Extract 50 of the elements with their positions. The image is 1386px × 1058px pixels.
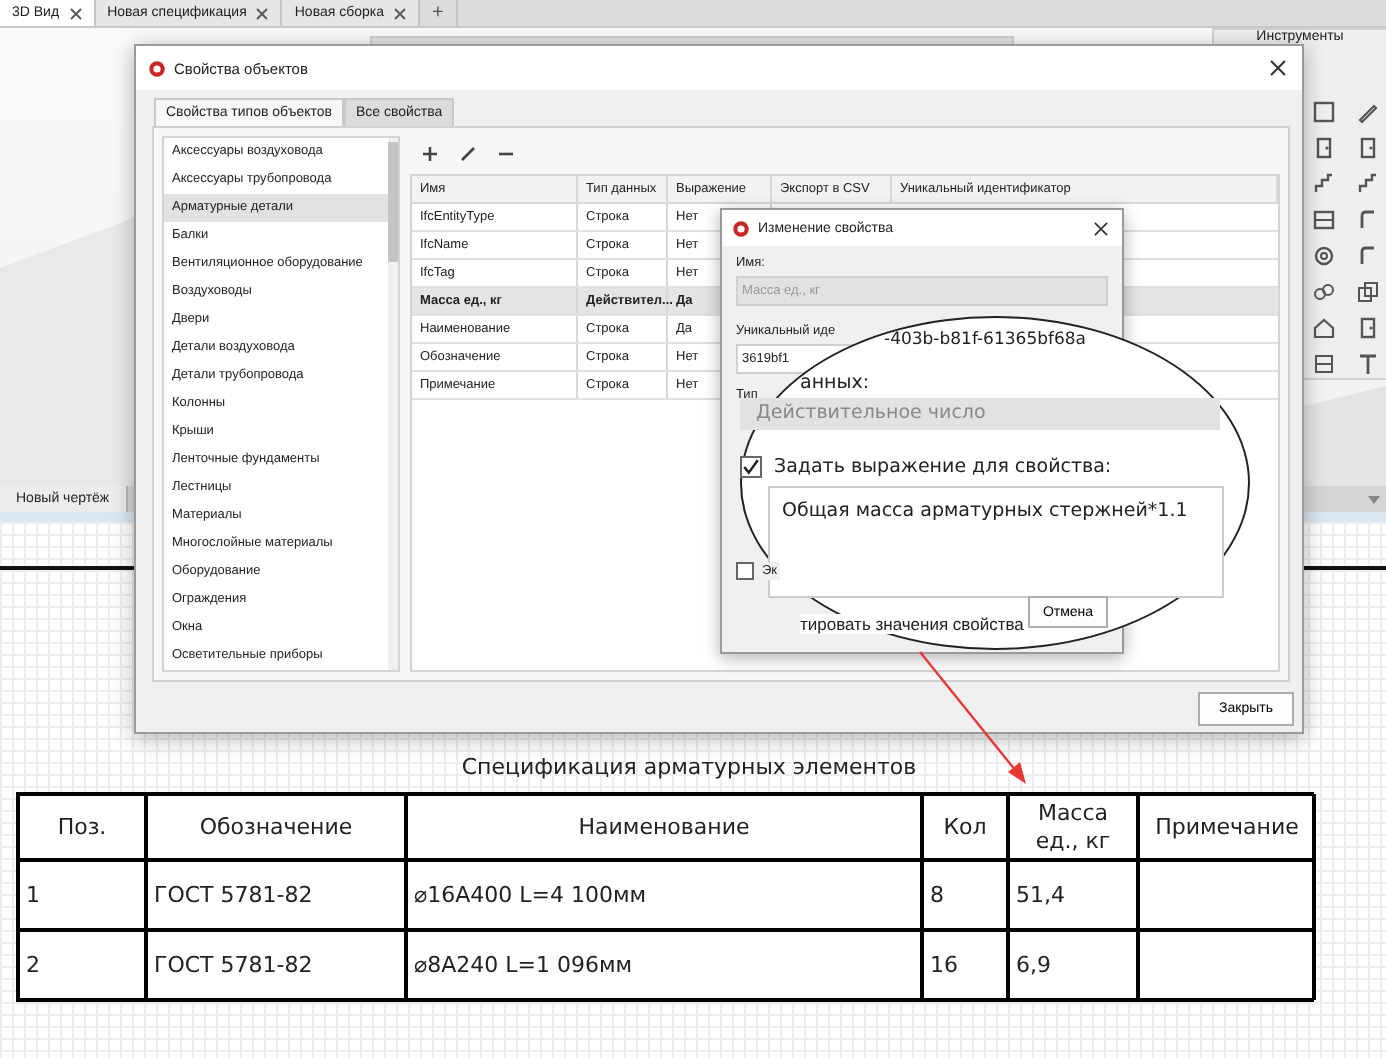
column-header: Наименование — [406, 794, 922, 860]
close-icon[interactable] — [1270, 60, 1286, 76]
checkbox[interactable] — [736, 562, 754, 580]
table-cell: ⌀8А240 L=1 096мм — [406, 930, 922, 1000]
roof-icon[interactable] — [1312, 316, 1336, 340]
table-cell: 8 — [922, 860, 1008, 930]
close-icon[interactable] — [1094, 221, 1108, 235]
pencil-icon[interactable] — [460, 146, 476, 162]
column-header: Масса ед., кг — [1008, 794, 1138, 860]
table-cell: ГОСТ 5781-82 — [146, 860, 406, 930]
window-icon[interactable] — [1312, 100, 1336, 124]
column-header: Кол — [922, 794, 1008, 860]
link-icon[interactable] — [1312, 280, 1336, 304]
wall-icon[interactable] — [1312, 352, 1336, 376]
table-cell: 1 — [18, 860, 146, 930]
column-header: Поз. — [18, 794, 146, 860]
table-cell: 6,9 — [1008, 930, 1138, 1000]
new-tab-button[interactable]: + — [420, 0, 458, 26]
cabinet-icon[interactable] — [1312, 208, 1336, 232]
scrollbar-thumb[interactable] — [388, 142, 398, 262]
stair-icon[interactable] — [1312, 172, 1336, 196]
column-header: Примечание — [1138, 794, 1316, 860]
close-icon[interactable] — [69, 7, 82, 19]
app-icon — [732, 219, 750, 237]
table-cell: 2 — [18, 930, 146, 1000]
arrow — [919, 651, 1026, 784]
table-cell: ГОСТ 5781-82 — [146, 930, 406, 1000]
pencil-icon[interactable] — [1356, 100, 1380, 124]
checkbox-label: Задать выражение для свойства: — [774, 456, 1112, 478]
door-icon[interactable] — [1312, 136, 1336, 160]
add-icon[interactable] — [422, 146, 438, 162]
layers-icon[interactable] — [1356, 280, 1380, 304]
column-header: Обозначение — [146, 794, 406, 860]
id-text: -403b-b81f-61365bf68a — [884, 330, 1087, 350]
checkbox[interactable] — [740, 456, 762, 478]
stair-icon[interactable] — [1356, 172, 1380, 196]
text-icon[interactable] — [1356, 352, 1380, 376]
table-cell: ⌀16А400 L=4 100мм — [406, 860, 922, 930]
close-icon[interactable] — [256, 7, 269, 19]
close-icon[interactable] — [394, 7, 406, 19]
pipe-icon[interactable] — [1356, 208, 1380, 232]
app-icon — [148, 59, 166, 77]
table-cell: 51,4 — [1008, 860, 1138, 930]
door-icon[interactable] — [1356, 136, 1380, 160]
specification-title: Спецификация арматурных элементов — [459, 754, 919, 780]
table-cell: 16 — [922, 930, 1008, 1000]
field-label: анных: — [800, 372, 870, 396]
checkbox-label: тировать значения свойства — [800, 614, 1024, 634]
pipe-icon[interactable] — [1356, 244, 1380, 268]
door-icon[interactable] — [1356, 316, 1380, 340]
